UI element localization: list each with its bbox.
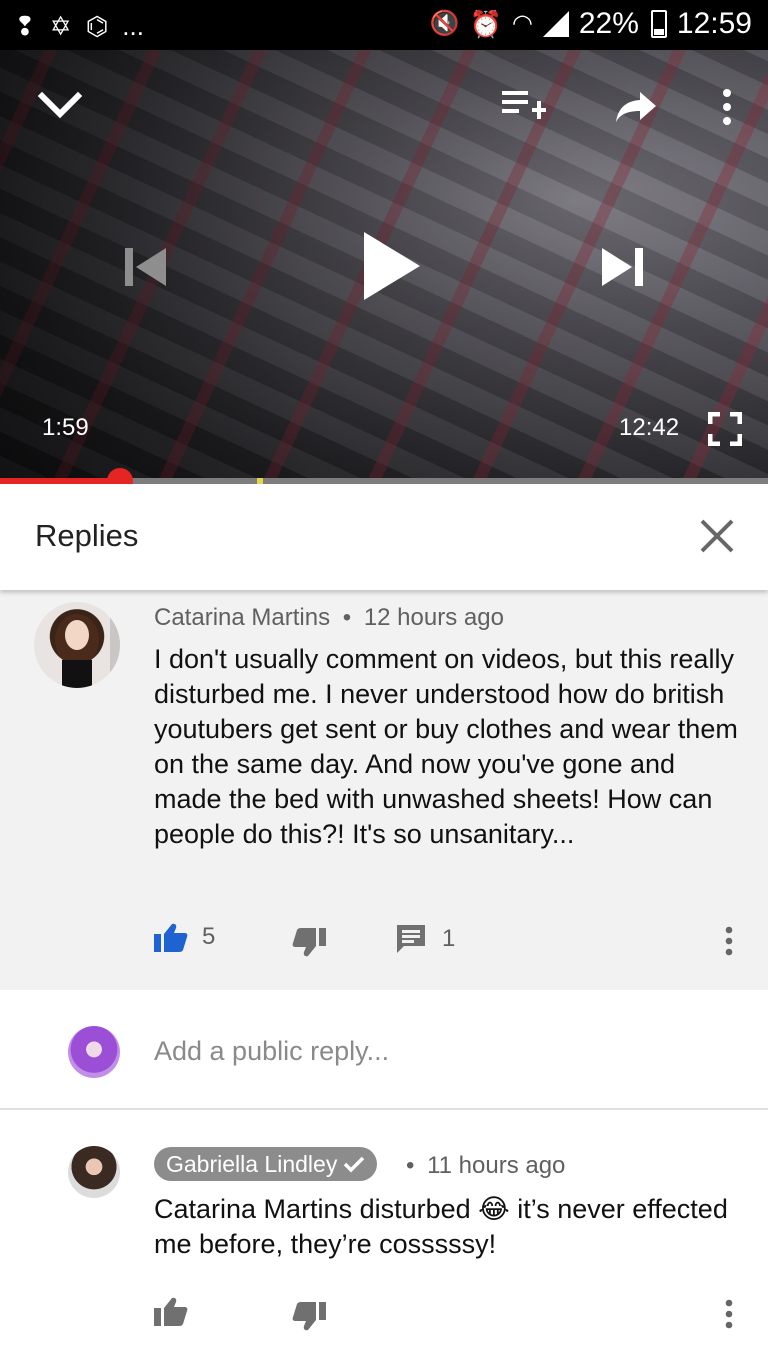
- meta-separator: •: [406, 1152, 415, 1179]
- battery-percent: 22%: [578, 7, 639, 40]
- skip-previous-icon[interactable]: [122, 246, 168, 288]
- main-comment: Catarina Martins • 12 hours ago I don't …: [0, 590, 768, 990]
- comment-author[interactable]: Catarina Martins: [154, 604, 330, 631]
- like-button[interactable]: 5: [154, 922, 215, 952]
- avatar[interactable]: [68, 1146, 120, 1198]
- meta-separator: •: [342, 604, 352, 631]
- thumb-up-icon[interactable]: [154, 1296, 188, 1326]
- reply-timestamp[interactable]: 11 hours ago: [427, 1152, 565, 1179]
- clock: 12:59: [676, 7, 752, 40]
- status-bar: ❢ ✡ ⌬ ... 🔇 ⏰ ◠ 22% 12:59: [0, 0, 768, 50]
- share-icon[interactable]: [614, 90, 658, 124]
- game-icon: ⌬: [85, 11, 109, 41]
- comment-meta: Catarina Martins • 12 hours ago: [154, 604, 504, 632]
- skip-next-icon[interactable]: [600, 246, 646, 288]
- more-vert-icon[interactable]: [718, 88, 736, 126]
- thumb-down-icon[interactable]: [292, 1302, 326, 1332]
- reply-meta: • 11 hours ago: [406, 1152, 565, 1180]
- status-bar-notifications: ❢ ✡ ⌬ ...: [14, 8, 144, 44]
- alarm-icon: ⏰: [469, 9, 502, 39]
- avatar: [68, 1026, 120, 1078]
- reply-count: 1: [442, 925, 456, 952]
- replies-title: Replies: [35, 518, 139, 553]
- video-player[interactable]: 1:59 12:42: [0, 50, 768, 480]
- replies-header: Replies: [0, 484, 768, 590]
- more-vert-icon[interactable]: [722, 1299, 736, 1329]
- reply-text: Catarina Martins disturbed 😂 it’s never …: [154, 1194, 728, 1259]
- wifi-icon: ◠: [511, 10, 533, 37]
- reply-author-chip[interactable]: Gabriella Lindley: [154, 1147, 378, 1181]
- mute-icon: 🔇: [429, 10, 460, 37]
- video-duration: 12:42: [619, 414, 680, 441]
- fullscreen-icon[interactable]: [708, 412, 742, 446]
- view-replies-button[interactable]: 1: [396, 924, 455, 954]
- notification-icon: ❢: [14, 11, 36, 41]
- comment-timestamp[interactable]: 12 hours ago: [364, 604, 504, 631]
- current-time: 1:59: [42, 414, 89, 441]
- like-count: 5: [202, 923, 216, 950]
- comment-text: I don't usually comment on videos, but t…: [154, 644, 738, 849]
- chevron-down-icon[interactable]: [38, 88, 82, 124]
- signal-icon: [542, 11, 569, 37]
- more-vert-icon[interactable]: [722, 926, 736, 956]
- reply-author: Gabriella Lindley: [166, 1150, 338, 1177]
- avatar[interactable]: [34, 602, 120, 688]
- battery-icon: [650, 10, 667, 38]
- thumb-down-icon[interactable]: [292, 928, 326, 958]
- checkmark-icon: [344, 1156, 365, 1173]
- thumb-up-icon: [154, 923, 188, 952]
- overflow-dots: ...: [122, 11, 144, 41]
- close-icon[interactable]: [697, 516, 737, 556]
- reply-input-row[interactable]: Add a public reply...: [0, 990, 768, 1110]
- playlist-add-icon[interactable]: [502, 88, 548, 124]
- comment-icon: [397, 925, 425, 953]
- reply-input[interactable]: Add a public reply...: [154, 1036, 389, 1067]
- star-icon: ✡: [49, 11, 72, 41]
- status-bar-system: 🔇 ⏰ ◠ 22% 12:59: [430, 6, 752, 42]
- play-icon[interactable]: [360, 230, 422, 302]
